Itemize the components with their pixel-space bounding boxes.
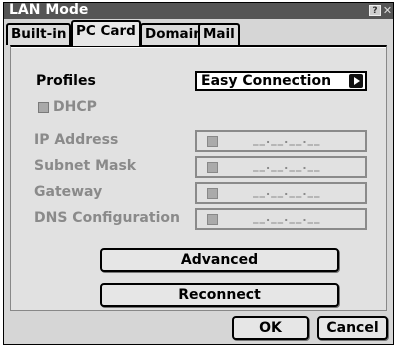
dhcp-checkbox[interactable] — [38, 102, 49, 113]
lan-mode-dialog: LAN Mode ? ✕ Built-in PC Card Domain Mai… — [3, 2, 394, 345]
ip-address-label: IP Address — [34, 132, 119, 148]
dns-configuration-label: DNS Configuration — [34, 210, 180, 226]
dns-configuration-field[interactable]: __.__.__.__ — [195, 208, 367, 230]
pc-card-panel: Profiles Easy Connection DHCP IP Address… — [10, 45, 387, 311]
ip-address-field[interactable]: __.__.__.__ — [195, 130, 367, 152]
tab-mail[interactable]: Mail — [198, 23, 240, 45]
help-icon[interactable]: ? — [369, 5, 381, 16]
reconnect-button[interactable]: Reconnect — [100, 283, 339, 307]
advanced-button[interactable]: Advanced — [100, 248, 339, 272]
close-icon[interactable]: ✕ — [382, 4, 393, 17]
dns-configuration-checkbox[interactable] — [207, 214, 218, 225]
panel-highlight — [11, 47, 386, 48]
gateway-value: __.__.__.__ — [253, 185, 321, 198]
ok-button[interactable]: OK — [232, 316, 309, 340]
chevron-right-icon[interactable] — [349, 74, 363, 88]
gateway-checkbox[interactable] — [207, 188, 218, 199]
cancel-button[interactable]: Cancel — [317, 316, 388, 340]
subnet-mask-value: __.__.__.__ — [253, 159, 321, 172]
profiles-select[interactable]: Easy Connection — [195, 71, 367, 91]
dhcp-label: DHCP — [53, 99, 97, 115]
dns-configuration-value: __.__.__.__ — [253, 211, 321, 224]
subnet-mask-field[interactable]: __.__.__.__ — [195, 156, 367, 178]
subnet-mask-label: Subnet Mask — [34, 158, 137, 174]
tab-pc-card[interactable]: PC Card — [71, 20, 141, 46]
tab-bar: Built-in PC Card Domain Mail — [4, 20, 393, 46]
dialog-title: LAN Mode — [9, 2, 89, 18]
tab-built-in[interactable]: Built-in — [6, 23, 72, 45]
gateway-label: Gateway — [34, 184, 103, 200]
profiles-label: Profiles — [36, 73, 96, 89]
gateway-field[interactable]: __.__.__.__ — [195, 182, 367, 204]
profiles-value: Easy Connection — [201, 73, 332, 89]
ip-address-checkbox[interactable] — [207, 136, 218, 147]
subnet-mask-checkbox[interactable] — [207, 162, 218, 173]
title-bar: LAN Mode ? ✕ — [4, 2, 393, 19]
ip-address-value: __.__.__.__ — [253, 133, 321, 146]
